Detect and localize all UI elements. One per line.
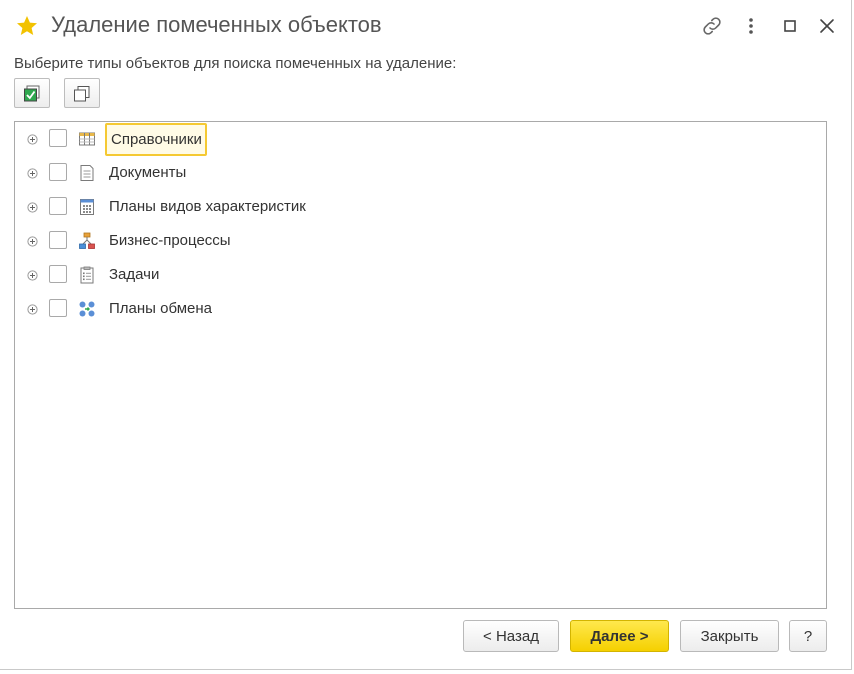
task-icon — [80, 266, 94, 284]
tree-row-label[interactable]: Бизнес-процессы — [109, 232, 231, 249]
title-bar: Удаление помеченных объектов — [0, 0, 852, 52]
expand-icon[interactable] — [27, 168, 38, 179]
exchange-plan-icon — [79, 301, 95, 317]
expand-icon[interactable] — [27, 270, 38, 281]
tree-row-label[interactable]: Задачи — [109, 266, 159, 283]
link-icon[interactable] — [700, 14, 724, 38]
tree-row-checkbox[interactable] — [49, 129, 67, 147]
expand-icon[interactable] — [27, 202, 38, 213]
characteristic-plan-icon — [80, 199, 94, 215]
catalog-icon — [79, 132, 95, 146]
tree-row-catalogs[interactable]: Справочники — [15, 122, 826, 156]
tree-row-label[interactable]: Справочники — [105, 123, 207, 156]
more-vertical-icon[interactable] — [739, 14, 763, 38]
expand-icon[interactable] — [27, 134, 38, 145]
tree-row-tasks[interactable]: Задачи — [15, 258, 826, 292]
document-icon — [80, 165, 94, 181]
delete-marked-objects-window: Удаление помеченных объектов Выберите ти… — [0, 0, 852, 670]
object-types-tree[interactable]: Справочники Документы Планы видов характ… — [14, 121, 827, 609]
tree-row-checkbox[interactable] — [49, 163, 67, 181]
window-title: Удаление помеченных объектов — [51, 12, 382, 37]
tree-row-exchange-plans[interactable]: Планы обмена — [15, 292, 826, 326]
business-process-icon — [79, 232, 95, 249]
expand-icon[interactable] — [27, 236, 38, 247]
tree-row-checkbox[interactable] — [49, 197, 67, 215]
tree-row-checkbox[interactable] — [49, 299, 67, 317]
tree-row-label[interactable]: Документы — [109, 164, 186, 181]
check-all-icon — [24, 85, 40, 102]
back-button[interactable]: < Назад — [463, 620, 559, 652]
tree-row-business-processes[interactable]: Бизнес-процессы — [15, 224, 826, 258]
close-button[interactable]: Закрыть — [680, 620, 779, 652]
uncheck-all-icon — [74, 86, 90, 102]
star-icon[interactable] — [15, 14, 39, 38]
instruction-text: Выберите типы объектов для поиска помече… — [14, 55, 457, 72]
tree-row-label[interactable]: Планы обмена — [109, 300, 212, 317]
tree-row-characteristic-plans[interactable]: Планы видов характеристик — [15, 190, 826, 224]
close-icon[interactable] — [815, 14, 839, 38]
next-button[interactable]: Далее > — [570, 620, 669, 652]
expand-icon[interactable] — [27, 304, 38, 315]
uncheck-all-button[interactable] — [64, 78, 100, 108]
tree-row-documents[interactable]: Документы — [15, 156, 826, 190]
maximize-icon[interactable] — [778, 14, 802, 38]
tree-row-checkbox[interactable] — [49, 231, 67, 249]
tree-row-checkbox[interactable] — [49, 265, 67, 283]
tree-row-label[interactable]: Планы видов характеристик — [109, 198, 306, 215]
check-all-button[interactable] — [14, 78, 50, 108]
help-button[interactable]: ? — [789, 620, 827, 652]
